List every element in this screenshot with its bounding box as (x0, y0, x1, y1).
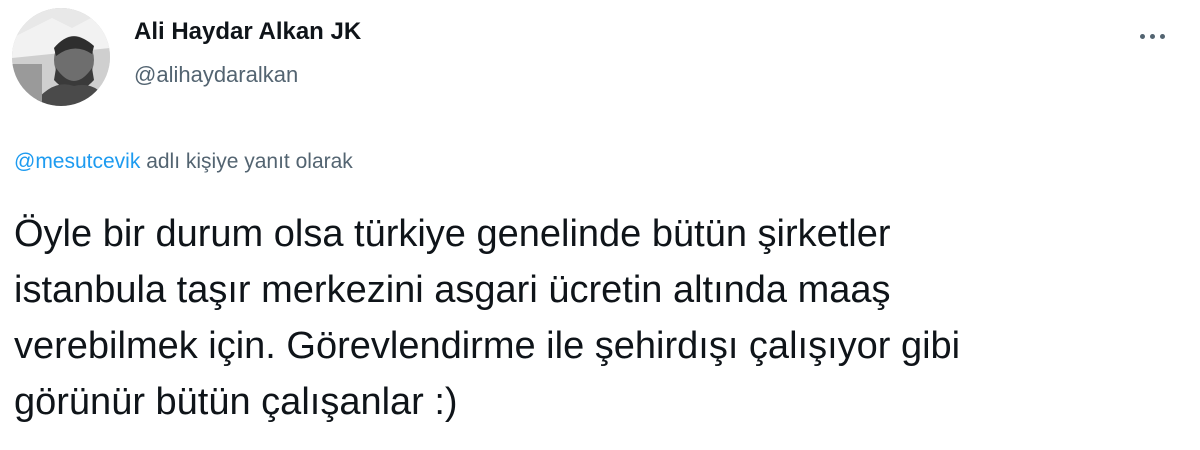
tweet-card: Ali Haydar Alkan JK @alihaydaralkan @mes… (0, 0, 1200, 450)
author-handle[interactable]: @alihaydaralkan (134, 62, 298, 88)
author-avatar[interactable] (12, 8, 110, 106)
more-horizontal-icon (1149, 33, 1155, 39)
author-display-name[interactable]: Ali Haydar Alkan JK (134, 18, 361, 46)
reply-context-suffix: adlı kişiye yanıt olarak (140, 150, 353, 173)
more-horizontal-icon (1159, 33, 1165, 39)
reply-context: @mesutcevik adlı kişiye yanıt olarak (14, 150, 353, 174)
more-horizontal-icon (1139, 33, 1145, 39)
more-options-button[interactable] (1128, 20, 1176, 52)
reply-mention-link[interactable]: @mesutcevik (14, 150, 140, 173)
avatar-photo-icon (12, 8, 110, 106)
tweet-text: Öyle bir durum olsa türkiye genelinde bü… (14, 213, 961, 423)
